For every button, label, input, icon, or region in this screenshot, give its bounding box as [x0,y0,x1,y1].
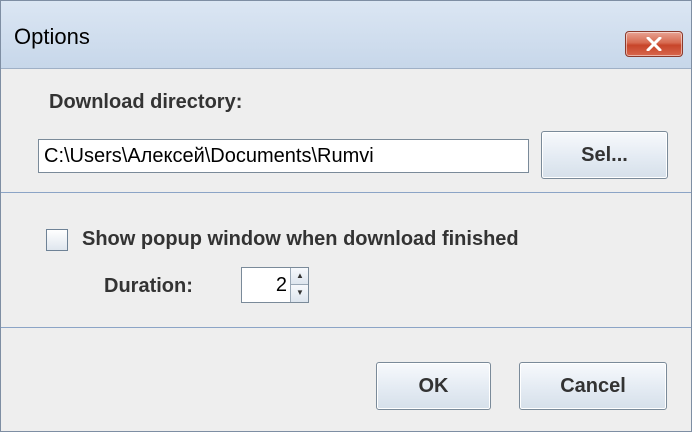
separator [1,192,691,193]
close-button[interactable] [625,31,683,57]
spinner-down-button[interactable]: ▼ [290,285,308,302]
title-bar[interactable]: Options [1,1,691,69]
duration-label: Duration: [104,275,193,297]
download-directory-field[interactable]: C:\Users\Алексей\Documents\Rumvi [38,139,529,173]
show-popup-checkbox[interactable] [46,229,68,251]
spinner-up-button[interactable]: ▲ [290,268,308,285]
duration-value[interactable]: 2 [242,268,290,302]
arrow-up-icon: ▲ [296,271,304,280]
duration-spinner[interactable]: 2 ▲ ▼ [241,267,309,303]
download-directory-label: Download directory: [49,91,243,113]
options-dialog: Options Download directory: C:\Users\Але… [0,0,692,432]
show-popup-label[interactable]: Show popup window when download finished [82,228,519,251]
select-directory-button[interactable]: Sel... [541,131,668,179]
separator [1,327,691,328]
close-icon [646,37,662,51]
arrow-down-icon: ▼ [296,288,304,297]
window-title: Options [14,24,90,49]
cancel-button[interactable]: Cancel [519,362,667,410]
ok-button[interactable]: OK [376,362,491,410]
